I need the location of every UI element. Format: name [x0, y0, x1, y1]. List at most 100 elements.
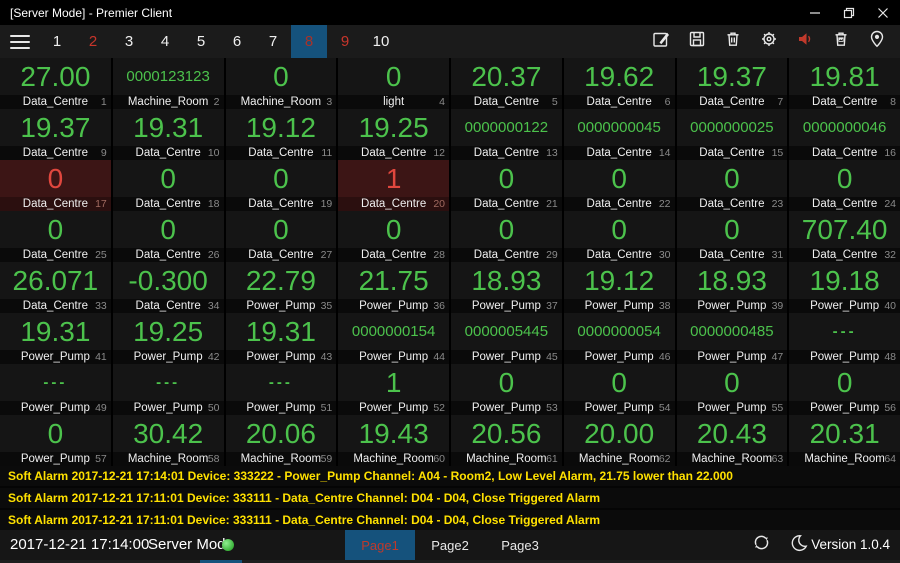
grid-cell-27[interactable]: 0 Data_Centre 27: [225, 211, 337, 262]
cell-value: 0: [0, 160, 111, 197]
window-title: [Server Mode] - Premier Client: [10, 5, 173, 20]
grid-cell-31[interactable]: 0 Data_Centre 31: [676, 211, 788, 262]
toolbar-page-9[interactable]: 9: [327, 25, 363, 58]
grid-cell-4[interactable]: 0 light 4: [338, 58, 449, 109]
toolbar-page-7[interactable]: 7: [255, 25, 291, 58]
grid-cell-42[interactable]: 19.25 Power_Pump 42: [112, 313, 224, 364]
grid-cell-61[interactable]: 20.56 Machine_Room 61: [451, 415, 562, 466]
grid-cell-1[interactable]: 27.00 Data_Centre 1: [0, 58, 111, 109]
grid-cell-29[interactable]: 0 Data_Centre 29: [451, 211, 562, 262]
tab-page2[interactable]: Page2: [415, 530, 485, 560]
close-button[interactable]: [866, 0, 900, 25]
grid-cell-64[interactable]: 20.31 Machine_Room 64: [789, 415, 900, 466]
grid-cell-41[interactable]: 19.31 Power_Pump 41: [0, 313, 111, 364]
grid-cell-2[interactable]: 0000123123 Machine_Room 2: [112, 58, 224, 109]
grid-cell-58[interactable]: 30.42 Machine_Room 58: [112, 415, 224, 466]
grid-cell-21[interactable]: 0 Data_Centre 21: [451, 160, 562, 211]
grid-cell-56[interactable]: 0 Power_Pump 56: [789, 364, 900, 415]
grid-cell-3[interactable]: 0 Machine_Room 3: [225, 58, 337, 109]
minimize-button[interactable]: [798, 0, 832, 25]
grid-cell-55[interactable]: 0 Power_Pump 55: [676, 364, 788, 415]
grid-cell-5[interactable]: 20.37 Data_Centre 5: [451, 58, 562, 109]
grid-cell-19[interactable]: 0 Data_Centre 19: [225, 160, 337, 211]
grid-cell-52[interactable]: 1 Power_Pump 52: [338, 364, 449, 415]
grid-cell-36[interactable]: 21.75 Power_Pump 36: [338, 262, 449, 313]
tab-page1[interactable]: Page1: [345, 530, 415, 560]
toolbar-page-10[interactable]: 10: [363, 25, 399, 58]
grid-cell-24[interactable]: 0 Data_Centre 24: [789, 160, 900, 211]
grid-cell-44[interactable]: 0000000154 Power_Pump 44: [338, 313, 449, 364]
grid-cell-33[interactable]: 26.071 Data_Centre 33: [0, 262, 111, 313]
grid-cell-39[interactable]: 18.93 Power_Pump 39: [676, 262, 788, 313]
grid-cell-51[interactable]: --- Power_Pump 51: [225, 364, 337, 415]
speaker-button[interactable]: [794, 31, 816, 53]
menu-icon[interactable]: [10, 34, 30, 49]
moon-button[interactable]: [788, 534, 810, 556]
grid-cell-15[interactable]: 0000000025 Data_Centre 15: [676, 109, 788, 160]
grid-cell-13[interactable]: 0000000122 Data_Centre 13: [451, 109, 562, 160]
delete-button[interactable]: [722, 31, 744, 53]
grid-cell-22[interactable]: 0 Data_Centre 22: [563, 160, 675, 211]
grid-cell-37[interactable]: 18.93 Power_Pump 37: [451, 262, 562, 313]
grid-cell-6[interactable]: 19.62 Data_Centre 6: [563, 58, 675, 109]
toolbar-page-6[interactable]: 6: [219, 25, 255, 58]
image-delete-button[interactable]: [830, 31, 852, 53]
grid-cell-23[interactable]: 0 Data_Centre 23: [676, 160, 788, 211]
grid-cell-20[interactable]: 1 Data_Centre 20: [338, 160, 449, 211]
edit-button[interactable]: [650, 31, 672, 53]
grid-cell-34[interactable]: -0.300 Data_Centre 34: [112, 262, 224, 313]
cell-label: Power_Pump: [697, 402, 767, 414]
grid-cell-12[interactable]: 19.25 Data_Centre 12: [338, 109, 449, 160]
tab-page3[interactable]: Page3: [485, 530, 555, 560]
grid-cell-10[interactable]: 19.31 Data_Centre 10: [112, 109, 224, 160]
grid-cell-49[interactable]: --- Power_Pump 49: [0, 364, 111, 415]
toolbar-page-3[interactable]: 3: [111, 25, 147, 58]
grid-cell-8[interactable]: 19.81 Data_Centre 8: [789, 58, 900, 109]
grid-cell-60[interactable]: 19.43 Machine_Room 60: [338, 415, 449, 466]
save-button[interactable]: [686, 31, 708, 53]
grid-cell-30[interactable]: 0 Data_Centre 30: [563, 211, 675, 262]
alarm-row[interactable]: Soft Alarm 2017-12-21 17:11:01 Device: 3…: [0, 510, 900, 530]
value-grid: 27.00 Data_Centre 1 0000123123 Machine_Room 2…: [0, 58, 900, 466]
grid-cell-14[interactable]: 0000000045 Data_Centre 14: [563, 109, 675, 160]
grid-cell-18[interactable]: 0 Data_Centre 18: [112, 160, 224, 211]
grid-cell-63[interactable]: 20.43 Machine_Room 63: [676, 415, 788, 466]
grid-cell-46[interactable]: 0000000054 Power_Pump 46: [563, 313, 675, 364]
grid-cell-43[interactable]: 19.31 Power_Pump 43: [225, 313, 337, 364]
grid-cell-17[interactable]: 0 Data_Centre 17: [0, 160, 111, 211]
cell-value: 20.00: [563, 415, 675, 452]
grid-cell-40[interactable]: 19.18 Power_Pump 40: [789, 262, 900, 313]
grid-cell-54[interactable]: 0 Power_Pump 54: [563, 364, 675, 415]
grid-cell-11[interactable]: 19.12 Data_Centre 11: [225, 109, 337, 160]
grid-cell-35[interactable]: 22.79 Power_Pump 35: [225, 262, 337, 313]
alarm-row[interactable]: Soft Alarm 2017-12-21 17:14:01 Device: 3…: [0, 466, 900, 488]
grid-cell-28[interactable]: 0 Data_Centre 28: [338, 211, 449, 262]
grid-cell-38[interactable]: 19.12 Power_Pump 38: [563, 262, 675, 313]
sync-button[interactable]: [750, 534, 772, 556]
toolbar-page-1[interactable]: 1: [39, 25, 75, 58]
toolbar-page-4[interactable]: 4: [147, 25, 183, 58]
alarm-row[interactable]: Soft Alarm 2017-12-21 17:11:01 Device: 3…: [0, 488, 900, 510]
toolbar-page-2[interactable]: 2: [75, 25, 111, 58]
maximize-button[interactable]: [832, 0, 866, 25]
grid-cell-26[interactable]: 0 Data_Centre 26: [112, 211, 224, 262]
grid-cell-47[interactable]: 0000000485 Power_Pump 47: [676, 313, 788, 364]
toolbar-page-5[interactable]: 5: [183, 25, 219, 58]
cell-label: Power_Pump: [584, 351, 654, 363]
grid-cell-32[interactable]: 707.40 Data_Centre 32: [789, 211, 900, 262]
grid-cell-53[interactable]: 0 Power_Pump 53: [451, 364, 562, 415]
grid-cell-25[interactable]: 0 Data_Centre 25: [0, 211, 111, 262]
grid-cell-59[interactable]: 20.06 Machine_Room 59: [225, 415, 337, 466]
grid-cell-50[interactable]: --- Power_Pump 50: [112, 364, 224, 415]
settings-button[interactable]: [758, 31, 780, 53]
grid-cell-57[interactable]: 0 Power_Pump 57: [0, 415, 111, 466]
location-button[interactable]: [866, 30, 888, 53]
grid-cell-7[interactable]: 19.37 Data_Centre 7: [676, 58, 788, 109]
cell-footer: Data_Centre 5: [451, 95, 562, 109]
grid-cell-16[interactable]: 0000000046 Data_Centre 16: [789, 109, 900, 160]
grid-cell-62[interactable]: 20.00 Machine_Room 62: [563, 415, 675, 466]
grid-cell-48[interactable]: --- Power_Pump 48: [789, 313, 900, 364]
grid-cell-45[interactable]: 0000005445 Power_Pump 45: [451, 313, 562, 364]
grid-cell-9[interactable]: 19.37 Data_Centre 9: [0, 109, 111, 160]
toolbar-page-8[interactable]: 8: [291, 25, 327, 58]
